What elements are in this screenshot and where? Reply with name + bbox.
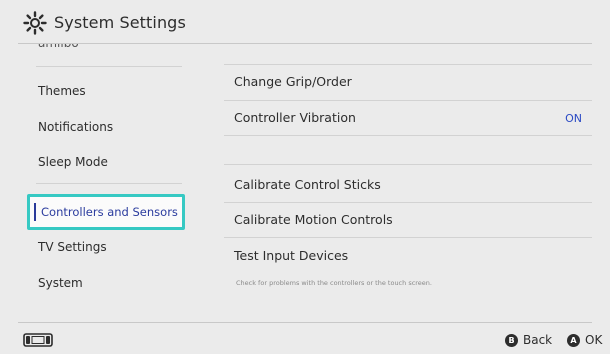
sidebar-item-label: System (38, 276, 83, 290)
back-button[interactable]: B Back (505, 332, 552, 348)
sidebar-item-controllers-and-sensors[interactable]: Controllers and Sensors (27, 194, 185, 230)
change-grip-order-item[interactable]: Change Grip/Order (234, 74, 352, 89)
sidebar-item-label: Themes (38, 84, 86, 98)
header: System Settings (0, 0, 610, 44)
calibrate-motion-controls-item[interactable]: Calibrate Motion Controls (234, 212, 393, 227)
sidebar-item-amiibo[interactable]: amiibo (38, 44, 79, 50)
ok-label: OK (585, 333, 603, 347)
test-input-devices-hint: Check for problems with the controllers … (236, 279, 432, 287)
sidebar-item-label: Controllers and Sensors (41, 205, 178, 219)
footer: B Back A OK (0, 323, 610, 354)
sidebar-item-notifications[interactable]: Notifications (38, 120, 113, 134)
row-label: Calibrate Control Sticks (234, 177, 381, 192)
row-divider (224, 164, 592, 165)
sidebar-divider (36, 66, 182, 67)
main-settings-list: Change Grip/Order Controller Vibration O… (220, 44, 592, 322)
sidebar-item-label: Notifications (38, 120, 114, 134)
selection-indicator (34, 203, 36, 221)
vibration-status-value: ON (565, 112, 582, 125)
a-button-icon: A (567, 333, 580, 347)
gear-icon (23, 11, 47, 35)
row-label: Controller Vibration (234, 110, 356, 125)
system-settings-screen: System Settings amiibo Themes Notificati… (0, 0, 610, 354)
test-input-devices-item[interactable]: Test Input Devices (234, 248, 348, 263)
row-label: Change Grip/Order (234, 74, 352, 89)
row-divider (224, 135, 592, 136)
sidebar-item-label: Sleep Mode (38, 155, 108, 169)
row-divider (224, 64, 592, 65)
row-label: Calibrate Motion Controls (234, 212, 393, 227)
row-divider (224, 202, 592, 203)
calibrate-control-sticks-item[interactable]: Calibrate Control Sticks (234, 177, 381, 192)
sidebar-item-label: TV Settings (38, 240, 107, 254)
console-icon (23, 333, 53, 347)
row-label: Test Input Devices (234, 248, 349, 263)
row-divider (224, 237, 592, 238)
sidebar-divider (36, 183, 182, 184)
sidebar-item-themes[interactable]: Themes (38, 84, 86, 98)
row-divider (224, 100, 592, 101)
ok-button[interactable]: A OK (567, 332, 602, 348)
controller-vibration-item[interactable]: Controller Vibration (234, 110, 590, 125)
b-button-icon: B (505, 333, 518, 347)
sidebar-item-sleep-mode[interactable]: Sleep Mode (38, 155, 108, 169)
back-label: Back (523, 333, 553, 347)
sidebar-item-tv-settings[interactable]: TV Settings (38, 240, 107, 254)
sidebar-item-system[interactable]: System (38, 276, 83, 290)
sidebar: amiibo Themes Notifications Sleep Mode C… (18, 44, 194, 322)
page-title: System Settings (54, 13, 186, 32)
